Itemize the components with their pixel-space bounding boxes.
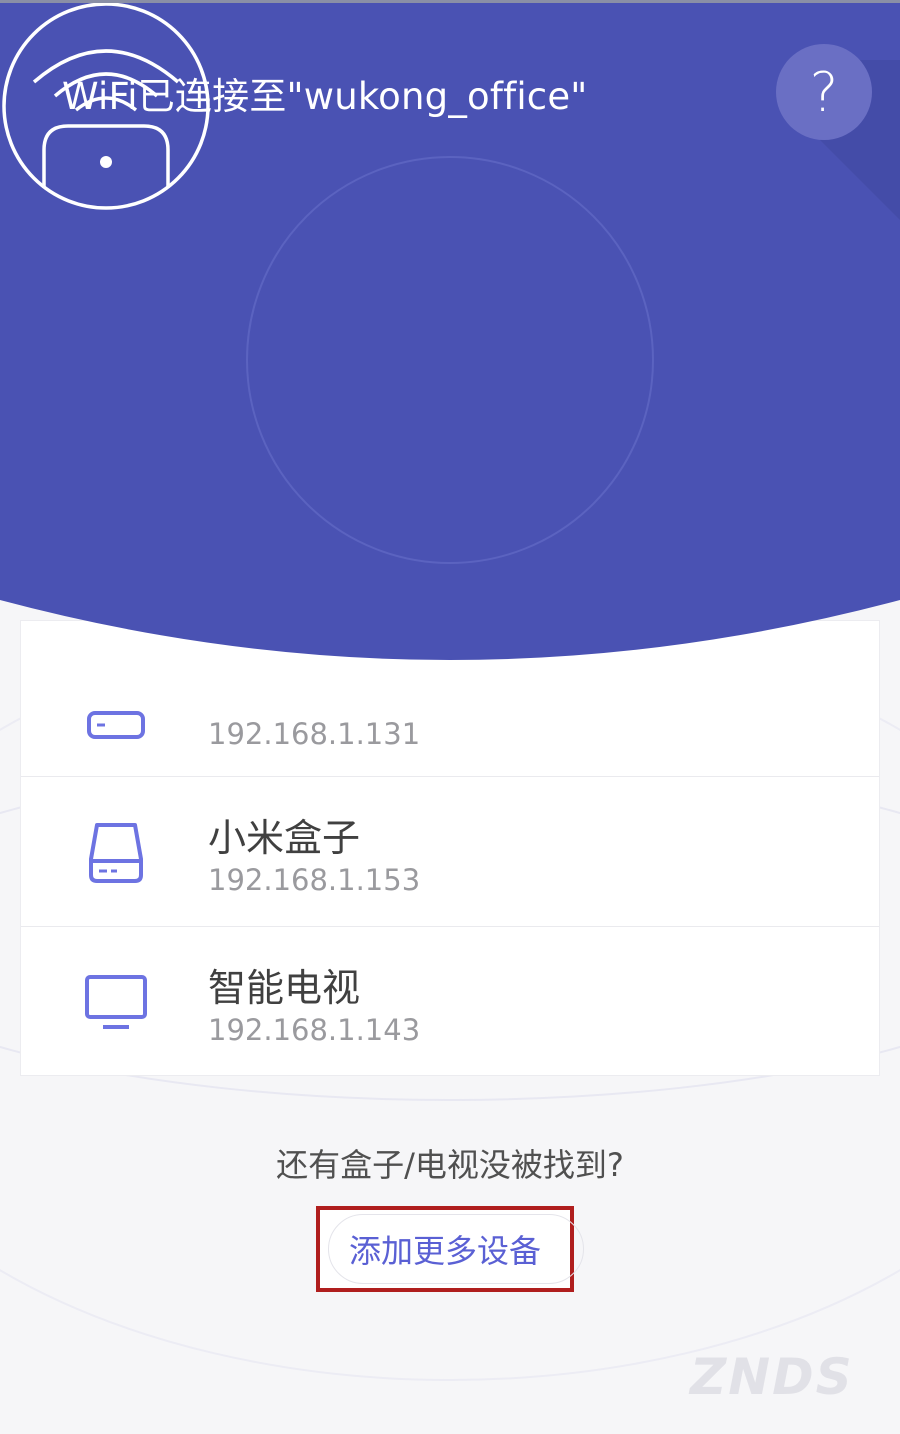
help-button[interactable]: ? [776, 44, 872, 140]
device-name: 小米盒子 [208, 816, 361, 860]
wifi-header: WiFi已连接至"wukong_office" ? [0, 0, 900, 720]
add-more-devices-button[interactable]: 添加更多设备 [316, 1206, 584, 1292]
add-more-devices-label: 添加更多设备 [348, 1232, 541, 1270]
status-edge [0, 0, 900, 3]
device-row[interactable]: 智能电视 192.168.1.143 [21, 927, 879, 1075]
box-icon [89, 823, 143, 883]
watermark-logo: ZNDS [690, 1348, 854, 1406]
tv-icon [85, 975, 147, 1029]
not-found-prompt: 还有盒子/电视没被找到? [276, 1146, 624, 1184]
device-row[interactable]: 小米盒子 192.168.1.153 [21, 777, 879, 927]
device-ip: 192.168.1.131 [208, 717, 421, 751]
help-icon: ? [809, 60, 839, 124]
router-wifi-icon [2, 2, 210, 210]
device-ip: 192.168.1.153 [208, 863, 421, 897]
device-ip: 192.168.1.143 [208, 1013, 421, 1047]
device-name: 智能电视 [208, 966, 361, 1010]
